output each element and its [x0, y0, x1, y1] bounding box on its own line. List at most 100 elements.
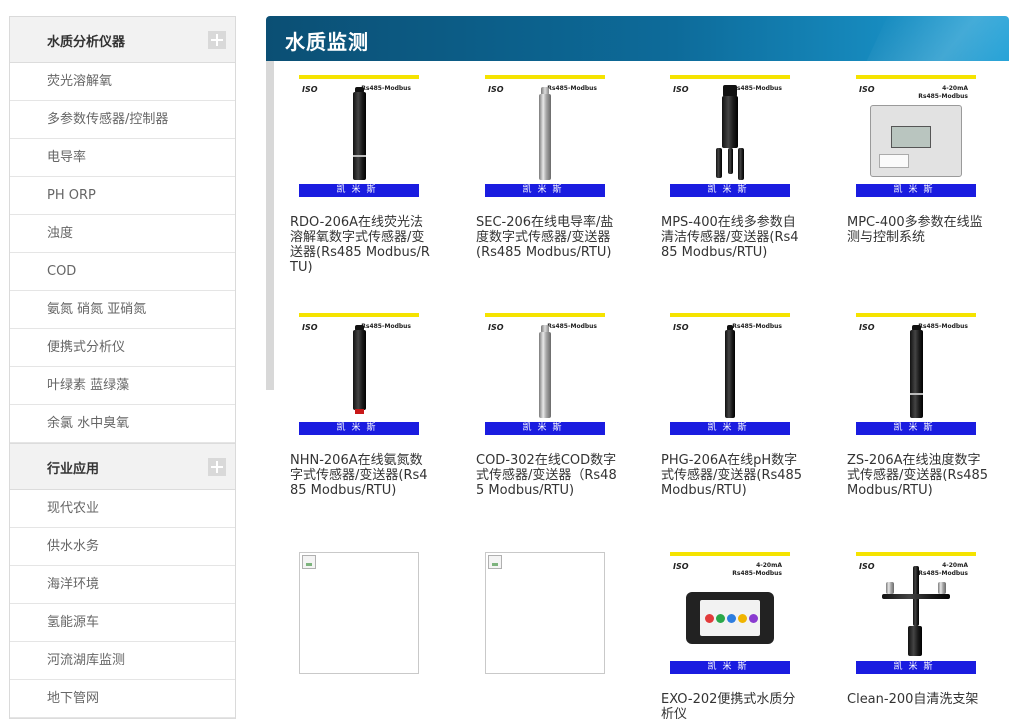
- sidebar-item[interactable]: 电导率: [10, 139, 235, 177]
- product-name-link[interactable]: PHG-206A在线pH数字式传感器/变送器(Rs485 Modbus/RTU): [661, 453, 804, 498]
- probe-body-icon: [539, 332, 551, 418]
- brand-band: 凯米斯: [299, 184, 419, 197]
- product-name-link[interactable]: COD-302在线COD数字式传感器/变送器（Rs485 Modbus/RTU): [476, 453, 619, 498]
- probe-tip-icon: [354, 409, 364, 414]
- category-header[interactable]: 水质分析仪器: [10, 17, 235, 63]
- expand-plus-icon[interactable]: [208, 31, 226, 49]
- product-image[interactable]: ISO Rs485-Modbus 凯米斯: [485, 313, 605, 435]
- brand-band: 凯米斯: [856, 661, 976, 674]
- product-name-link[interactable]: ZS-206A在线浊度数字式传感器/变送器(Rs485 Modbus/RTU): [847, 453, 990, 498]
- iso-logo: ISO: [673, 323, 689, 332]
- controller-icon: [870, 105, 962, 177]
- probe-body-icon: [909, 330, 923, 418]
- product-name-link[interactable]: MPS-400在线多参数自清洁传感器/变送器(Rs485 Modbus/RTU): [661, 215, 804, 260]
- spec-label: Rs485-Modbus: [361, 85, 411, 92]
- sidebar-item[interactable]: 海洋环境: [10, 566, 235, 604]
- category-title[interactable]: 行业应用: [47, 458, 99, 477]
- product-name-link[interactable]: MPC-400多参数在线监测与控制系统: [847, 215, 990, 245]
- category-title[interactable]: 水质分析仪器: [47, 31, 125, 50]
- spec-label: Rs485-Modbus: [918, 323, 968, 330]
- probe-band-icon: [909, 393, 923, 395]
- brand-band: 凯米斯: [485, 422, 605, 435]
- brand-band: 凯米斯: [670, 184, 790, 197]
- product-name-link[interactable]: Clean-200自清洗支架: [847, 692, 990, 707]
- controller-screen-icon: [891, 126, 931, 148]
- bracket-arm-icon: [882, 594, 950, 599]
- iso-logo: ISO: [302, 323, 318, 332]
- category-list: 荧光溶解氧 多参数传感器/控制器 电导率 PH ORP 浊度 COD 氨氮 硝氮…: [10, 63, 235, 443]
- product-image[interactable]: [299, 552, 419, 674]
- page-title: 水质监测: [285, 30, 369, 54]
- product-name-link[interactable]: NHN-206A在线氨氮数字式传感器/变送器(Rs485 Modbus/RTU): [290, 453, 433, 498]
- bracket-clamp-icon: [886, 582, 894, 594]
- brand-band: 凯米斯: [856, 422, 976, 435]
- product-image[interactable]: ISO Rs485-Modbus 凯米斯: [299, 313, 419, 435]
- divider-strip: [266, 61, 274, 390]
- sidebar-item[interactable]: 现代农业: [10, 490, 235, 528]
- brand-band: 凯米斯: [670, 422, 790, 435]
- sidebar-item[interactable]: 叶绿素 蓝绿藻: [10, 367, 235, 405]
- probe-leg-icon: [728, 148, 733, 174]
- spec-label: Rs485-Modbus: [361, 323, 411, 330]
- product-name-link[interactable]: SEC-206在线电导率/盐度数字式传感器/变送器(Rs485 Modbus/R…: [476, 215, 619, 260]
- iso-logo: ISO: [488, 85, 504, 94]
- sidebar-item[interactable]: 余氯 水中臭氧: [10, 405, 235, 443]
- broken-image-icon: [302, 555, 316, 569]
- category-header[interactable]: 行业应用: [10, 444, 235, 490]
- category-industry: 行业应用 现代农业 供水水务 海洋环境 氢能源车 河流湖库监测 地下管网: [10, 444, 235, 719]
- sidebar-item[interactable]: PH ORP: [10, 177, 235, 215]
- spec-label: 4-20mA Rs485-Modbus: [732, 562, 782, 577]
- product-name-link[interactable]: EXO-202便携式水质分析仪: [661, 692, 804, 719]
- probe-body-icon: [352, 330, 366, 410]
- category-water-analysis: 水质分析仪器 荧光溶解氧 多参数传感器/控制器 电导率 PH ORP 浊度 CO…: [10, 17, 235, 444]
- iso-logo: ISO: [302, 85, 318, 94]
- sidebar-item[interactable]: COD: [10, 253, 235, 291]
- broken-image-icon: [488, 555, 502, 569]
- product-image[interactable]: ISO 4-20mA Rs485-Modbus 凯米斯: [670, 552, 790, 674]
- product-image[interactable]: ISO 4-20mA Rs485-Modbus 凯米斯: [856, 75, 976, 197]
- probe-body-icon: [539, 94, 551, 180]
- iso-logo: ISO: [859, 323, 875, 332]
- iso-logo: ISO: [673, 85, 689, 94]
- brand-band: 凯米斯: [485, 184, 605, 197]
- iso-logo: ISO: [673, 562, 689, 571]
- product-image[interactable]: ISO Rs485-Modbus 凯米斯: [670, 313, 790, 435]
- brand-band: 凯米斯: [670, 661, 790, 674]
- section-header: 水质监测: [266, 16, 1009, 61]
- spec-label: Rs485-Modbus: [547, 323, 597, 330]
- sidebar-item[interactable]: 荧光溶解氧: [10, 63, 235, 101]
- spec-label: Rs485-Modbus: [732, 323, 782, 330]
- sidebar-item[interactable]: 氢能源车: [10, 604, 235, 642]
- brand-band: 凯米斯: [299, 422, 419, 435]
- app-dot-icon: [738, 614, 747, 623]
- product-image[interactable]: ISO Rs485-Modbus 凯米斯: [670, 75, 790, 197]
- category-sidebar: 水质分析仪器 荧光溶解氧 多参数传感器/控制器 电导率 PH ORP 浊度 CO…: [9, 16, 236, 719]
- sidebar-item[interactable]: 氨氮 硝氮 亚硝氮: [10, 291, 235, 329]
- handheld-meter-icon: [686, 592, 774, 644]
- product-image[interactable]: ISO 4-20mA Rs485-Modbus 凯米斯: [856, 552, 976, 674]
- sidebar-item[interactable]: 供水水务: [10, 528, 235, 566]
- app-dot-icon: [749, 614, 758, 623]
- handheld-screen-icon: [700, 600, 760, 636]
- product-name-link[interactable]: RDO-206A在线荧光法溶解氧数字式传感器/变送器(Rs485 Modbus/…: [290, 215, 433, 275]
- sidebar-item[interactable]: 多参数传感器/控制器: [10, 101, 235, 139]
- expand-plus-icon[interactable]: [208, 458, 226, 476]
- controller-label-icon: [879, 154, 909, 168]
- sidebar-item[interactable]: 地下管网: [10, 680, 235, 718]
- probe-band-icon: [352, 155, 366, 157]
- spec-label: 4-20mA Rs485-Modbus: [918, 562, 968, 577]
- bracket-head-icon: [908, 626, 922, 656]
- probe-body-icon: [352, 92, 366, 180]
- category-list: 现代农业 供水水务 海洋环境 氢能源车 河流湖库监测 地下管网: [10, 490, 235, 718]
- sidebar-item[interactable]: 浊度: [10, 215, 235, 253]
- product-image[interactable]: ISO Rs485-Modbus 凯米斯: [485, 75, 605, 197]
- sidebar-item[interactable]: 便携式分析仪: [10, 329, 235, 367]
- probe-body-icon: [722, 96, 738, 148]
- product-image[interactable]: [485, 552, 605, 674]
- app-dot-icon: [716, 614, 725, 623]
- sidebar-item[interactable]: 河流湖库监测: [10, 642, 235, 680]
- product-image[interactable]: ISO Rs485-Modbus 凯米斯: [299, 75, 419, 197]
- probe-leg-icon: [716, 148, 722, 178]
- product-image[interactable]: ISO Rs485-Modbus 凯米斯: [856, 313, 976, 435]
- brand-band: 凯米斯: [856, 184, 976, 197]
